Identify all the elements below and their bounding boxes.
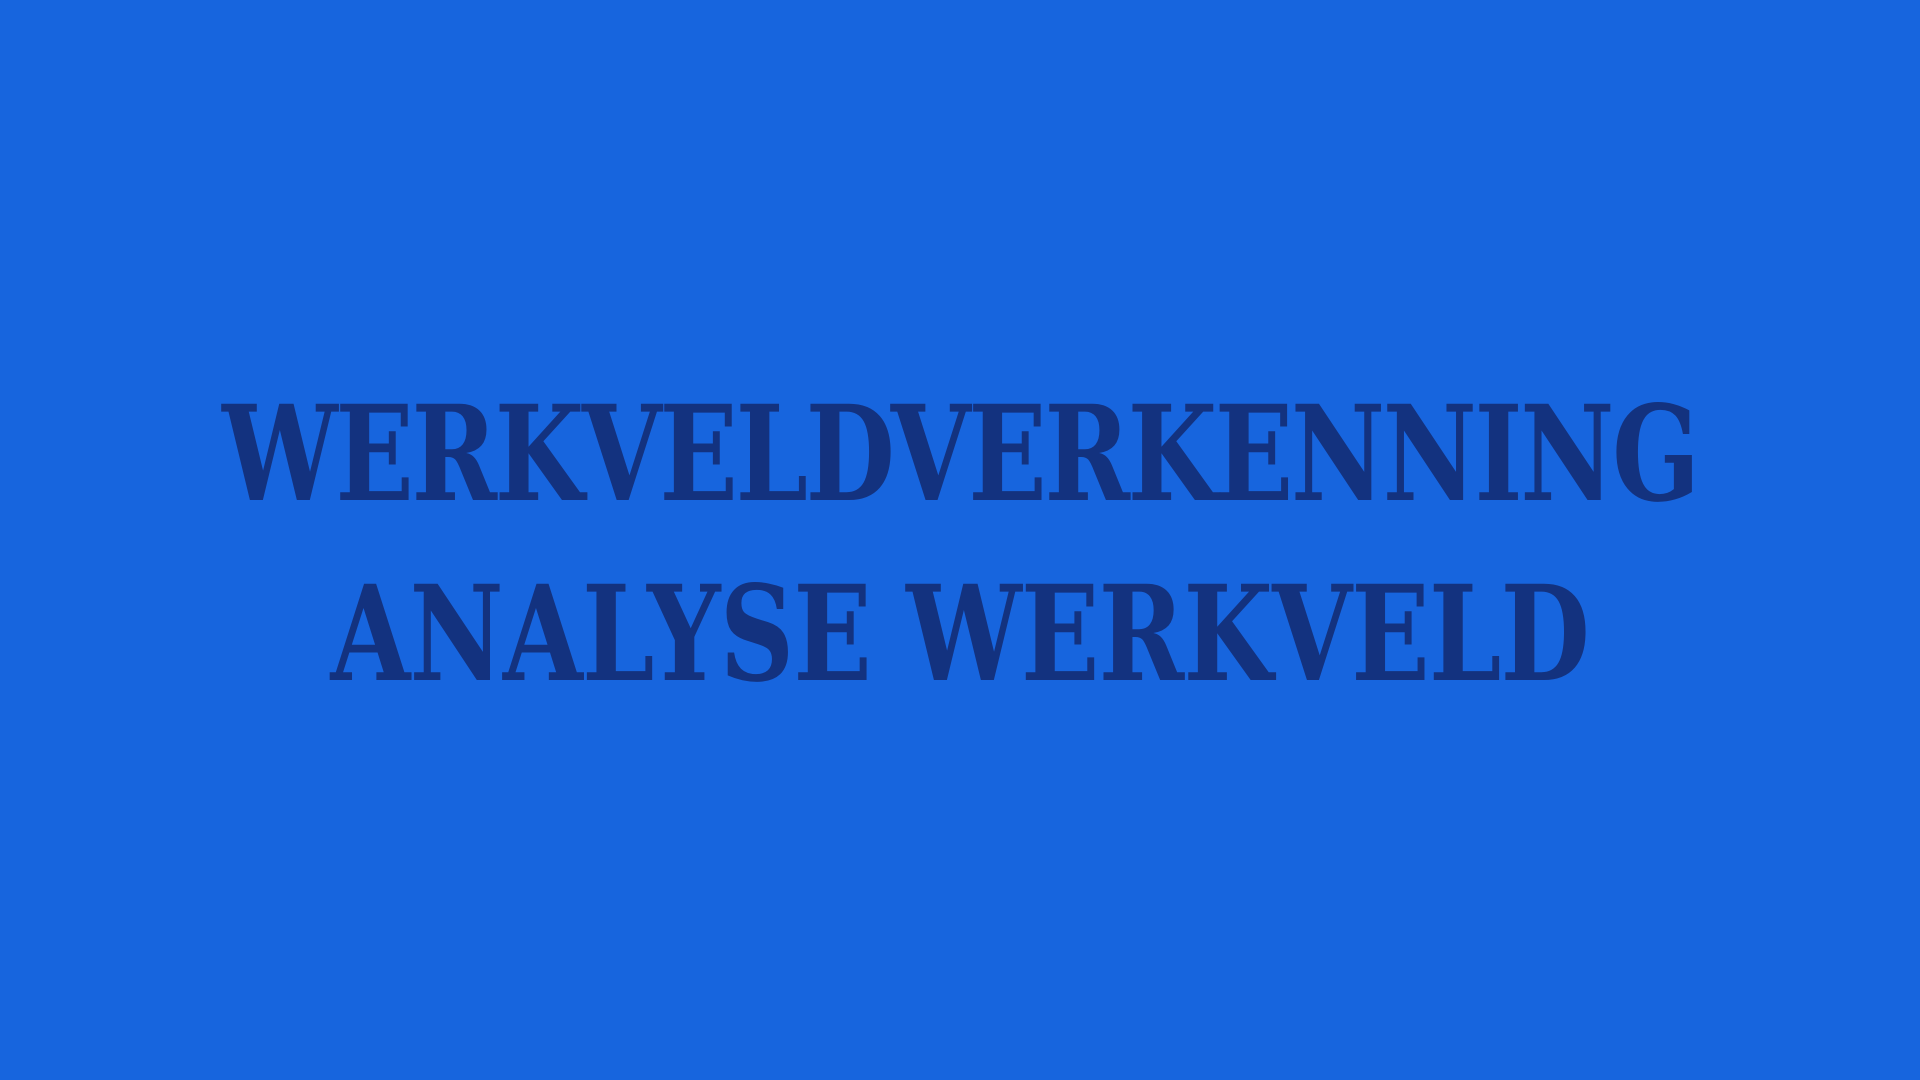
title-line-2: ANALYSE WERKVELD [330, 557, 1590, 712]
title-line-1: WERKVELDVERKENNING [222, 377, 1700, 532]
title-slide: WERKVELDVERKENNING ANALYSE WERKVELD [0, 0, 1920, 1080]
